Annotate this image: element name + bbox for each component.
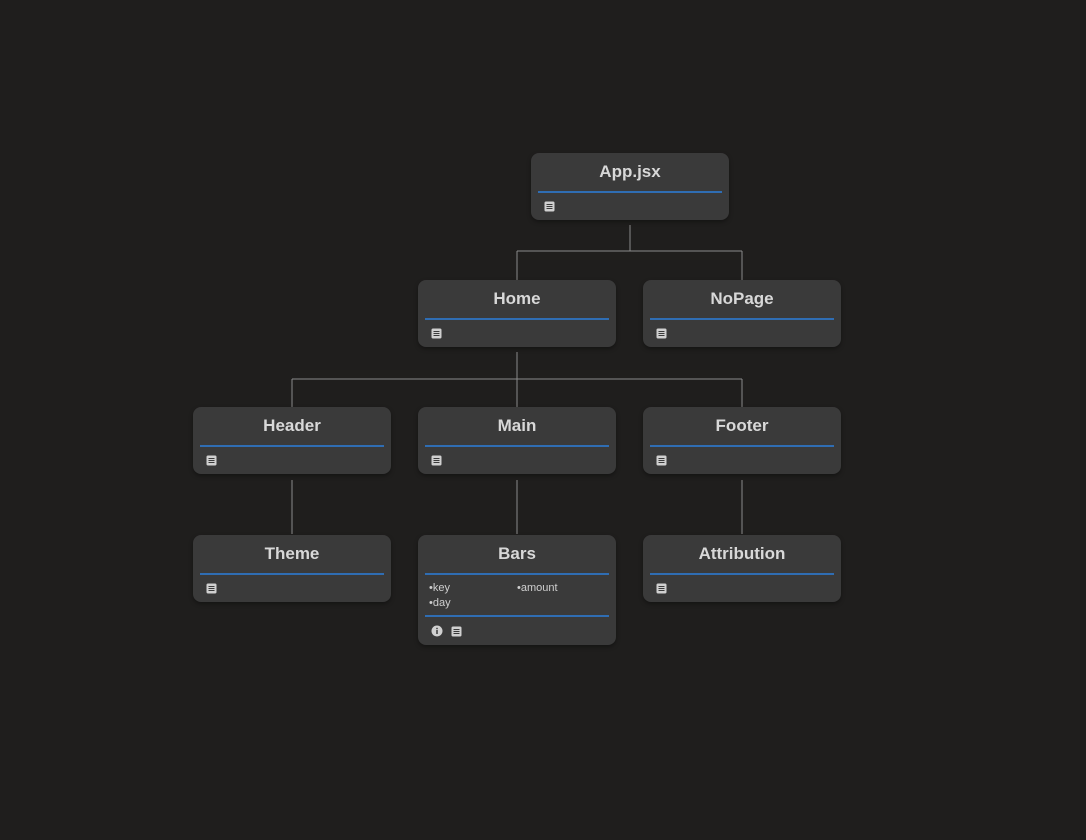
node-footer [643,320,841,347]
document-icon[interactable] [656,328,667,339]
node-nopage[interactable]: NoPage [643,280,841,347]
node-footer [193,575,391,602]
document-icon[interactable] [431,455,442,466]
node-attribution[interactable]: Attribution [643,535,841,602]
node-theme[interactable]: Theme [193,535,391,602]
document-icon[interactable] [656,455,667,466]
document-icon[interactable] [451,626,462,637]
node-footer [418,320,616,347]
node-title: Footer [650,407,834,447]
document-icon[interactable] [206,583,217,594]
node-footer [531,193,729,220]
document-icon[interactable] [544,201,555,212]
node-title: Theme [200,535,384,575]
node-title: Header [200,407,384,447]
node-main[interactable]: Main [418,407,616,474]
node-footer [418,447,616,474]
prop-item: •day [429,597,451,609]
node-footer [643,575,841,602]
document-icon[interactable] [206,455,217,466]
node-title: App.jsx [538,153,722,193]
node-footer [643,447,841,474]
node-title: NoPage [650,280,834,320]
prop-item: •key [429,582,450,594]
node-title: Home [425,280,609,320]
node-footer [418,617,616,645]
document-icon[interactable] [656,583,667,594]
document-icon[interactable] [431,328,442,339]
node-home[interactable]: Home [418,280,616,347]
node-title: Attribution [650,535,834,575]
node-app[interactable]: App.jsx [531,153,729,220]
node-header[interactable]: Header [193,407,391,474]
node-title: Main [425,407,609,447]
node-title: Bars [425,535,609,575]
component-tree-canvas: App.jsx Home NoPage Header Main Footer T… [0,0,1086,840]
prop-item: •amount [517,582,558,594]
info-icon[interactable] [431,625,443,637]
node-footer-component[interactable]: Footer [643,407,841,474]
node-bars[interactable]: Bars •key •amount •day [418,535,616,645]
props-list: •key •amount •day [425,575,609,617]
node-footer [193,447,391,474]
